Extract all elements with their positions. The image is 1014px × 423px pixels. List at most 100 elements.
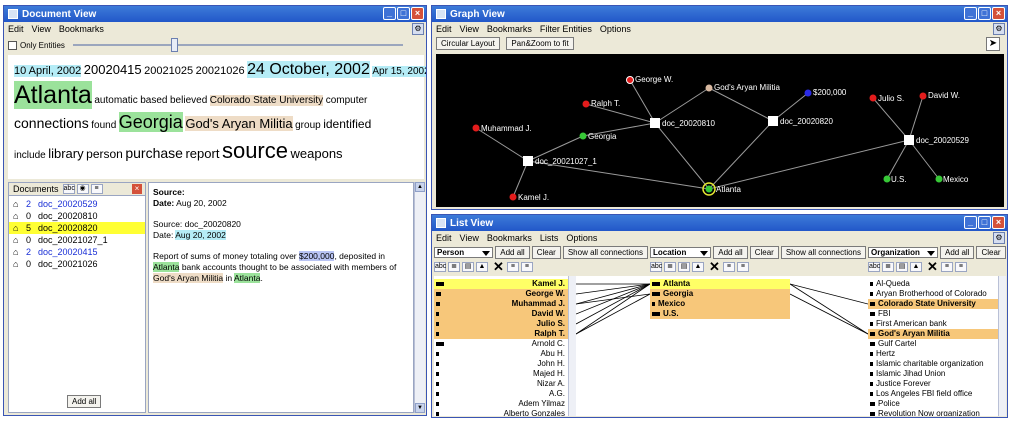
cloud-word[interactable]: based xyxy=(140,95,167,106)
cloud-word[interactable]: found xyxy=(91,120,116,131)
location-list-item[interactable]: Georgia xyxy=(650,289,790,299)
graph-node-person[interactable] xyxy=(869,94,877,102)
person-scrollbar[interactable] xyxy=(568,276,576,416)
person-list-item[interactable]: Adem Yilmaz xyxy=(434,399,568,409)
menu-edit[interactable]: Edit xyxy=(436,233,452,243)
entity-highlight[interactable]: $200,000 xyxy=(299,251,335,261)
cloud-word[interactable]: group xyxy=(295,120,321,131)
align-icon[interactable]: ≡ xyxy=(520,262,533,272)
clear-button[interactable]: Clear xyxy=(976,246,1006,259)
graph-node-person[interactable] xyxy=(472,124,480,132)
maximize-icon[interactable]: □ xyxy=(978,7,991,20)
menu-bookmarks[interactable]: Bookmarks xyxy=(487,24,532,34)
entity-highlight[interactable]: Atlanta xyxy=(153,262,180,272)
organization-list-item[interactable]: Islamic Jihad Union xyxy=(868,369,998,379)
cloud-word[interactable]: 20020415 xyxy=(84,62,142,77)
graph-view-titlebar[interactable]: Graph View _ □ × xyxy=(432,6,1007,22)
person-list-item[interactable]: Muhammad J. xyxy=(434,299,568,309)
maximize-icon[interactable]: □ xyxy=(978,216,991,229)
graph-node-doc[interactable] xyxy=(650,118,660,128)
person-list-item[interactable]: Kamel J. xyxy=(434,279,568,289)
list-detail-icon[interactable]: ≣ xyxy=(882,262,894,272)
cloud-word[interactable]: 20021026 xyxy=(196,65,245,77)
list-icon[interactable]: ≡ xyxy=(90,184,103,194)
cloud-word[interactable]: 10 April, 2002 xyxy=(14,65,82,77)
graph-node-place[interactable] xyxy=(579,132,587,140)
graph-canvas[interactable]: George W. God's Aryan Militia $200,000 J… xyxy=(436,54,1004,207)
cloud-word[interactable]: 24 October, 2002 xyxy=(247,61,370,78)
cloud-word[interactable]: weapons xyxy=(291,146,343,161)
person-list-item[interactable]: Alberto Gonzales xyxy=(434,409,568,416)
menu-view[interactable]: View xyxy=(32,24,51,34)
cloud-word[interactable]: computer xyxy=(326,95,368,106)
graph-node-person[interactable] xyxy=(626,76,634,84)
person-list-item[interactable]: Arnold C. xyxy=(434,339,568,349)
document-row[interactable]: ⌂ 5 doc_20020820 xyxy=(9,222,145,234)
person-list-item[interactable]: David W. xyxy=(434,309,568,319)
clear-button[interactable]: Clear xyxy=(531,246,561,259)
organization-list-item[interactable]: Los Angeles FBI field office xyxy=(868,389,998,399)
document-row[interactable]: ⌂ 0 doc_20021026 xyxy=(9,258,145,270)
person-list-item[interactable]: A.G. xyxy=(434,389,568,399)
add-all-button[interactable]: Add all xyxy=(940,246,975,259)
clear-button[interactable]: Clear xyxy=(749,246,779,259)
cloud-word[interactable]: 20021025 xyxy=(144,65,193,77)
align-icon[interactable]: ≡ xyxy=(940,262,953,272)
list-detail-icon[interactable]: ≣ xyxy=(448,262,460,272)
show-all-connections-button[interactable]: Show all connections xyxy=(562,246,648,259)
only-entities-checkbox[interactable] xyxy=(8,40,17,50)
menu-options[interactable]: Options xyxy=(566,233,597,243)
cloud-word[interactable]: person xyxy=(86,147,123,161)
settings-icon[interactable]: ⚙ xyxy=(993,232,1005,244)
cloud-word[interactable]: library xyxy=(48,146,83,161)
graph-node-place[interactable] xyxy=(883,175,891,183)
graph-node-person[interactable] xyxy=(919,92,927,100)
document-view-titlebar[interactable]: Document View _ □ × xyxy=(4,6,426,22)
sort-alpha-icon[interactable]: abc xyxy=(650,262,662,272)
cloud-word[interactable]: believed xyxy=(170,95,207,106)
cloud-word[interactable]: Atlanta xyxy=(14,80,92,109)
cloud-word[interactable]: source xyxy=(222,138,288,163)
settings-icon[interactable]: ⚙ xyxy=(993,23,1005,35)
organization-list-item[interactable]: First American bank xyxy=(868,319,998,329)
document-row[interactable]: ⌂ 0 doc_20020810 xyxy=(9,210,145,222)
cloud-word[interactable]: report xyxy=(185,146,219,161)
sort-alpha-icon[interactable]: abc xyxy=(868,262,880,272)
list-bars-icon[interactable]: ▤ xyxy=(462,262,474,272)
organization-list-item[interactable]: Al-Queda xyxy=(868,279,998,289)
cloud-slider[interactable] xyxy=(72,38,403,52)
scroll-up-icon[interactable]: ▲ xyxy=(415,182,425,192)
organization-list-item[interactable]: Hertz xyxy=(868,349,998,359)
cloud-word[interactable]: identified xyxy=(323,117,371,131)
graph-node-place[interactable] xyxy=(935,175,943,183)
align-icon[interactable]: ≡ xyxy=(736,262,749,272)
align-icon[interactable]: ≡ xyxy=(954,262,967,272)
circular-layout-button[interactable]: Circular Layout xyxy=(436,37,500,50)
graph-node-place[interactable] xyxy=(705,185,713,193)
document-row[interactable]: ⌂ 0 doc_20021027_1 xyxy=(9,234,145,246)
detail-scrollbar[interactable]: ▲ ▼ xyxy=(414,182,425,413)
person-list-item[interactable]: Abu H. xyxy=(434,349,568,359)
cloud-word[interactable]: Apr 15, 2002 xyxy=(372,66,426,77)
cloud-word[interactable]: automatic xyxy=(94,95,137,106)
organization-type-select[interactable]: Organization xyxy=(868,247,938,258)
organization-list-item[interactable]: Aryan Brotherhood of Colorado xyxy=(868,289,998,299)
entity-highlight[interactable]: Atlanta xyxy=(234,273,261,283)
organization-list-item[interactable]: FBI xyxy=(868,309,998,319)
location-list-item[interactable]: Atlanta xyxy=(650,279,790,289)
organization-list-item[interactable]: Gulf Cartel xyxy=(868,339,998,349)
list-view-titlebar[interactable]: List View _ □ × xyxy=(432,215,1007,231)
remove-icon[interactable]: ✕ xyxy=(927,259,938,275)
person-list-item[interactable]: Majed H. xyxy=(434,369,568,379)
graph-node-org[interactable] xyxy=(705,84,713,92)
slider-thumb[interactable] xyxy=(170,38,178,52)
minimize-icon[interactable]: _ xyxy=(383,7,396,20)
location-list-item[interactable]: U.S. xyxy=(650,309,790,319)
location-list-item[interactable]: Mexico xyxy=(650,299,790,309)
close-icon[interactable]: × xyxy=(992,216,1005,229)
graph-node-doc[interactable] xyxy=(904,135,914,145)
remove-icon[interactable]: ✕ xyxy=(709,259,720,275)
document-row[interactable]: ⌂ 2 doc_20020529 xyxy=(9,198,145,210)
close-icon[interactable]: × xyxy=(411,7,424,20)
menu-view[interactable]: View xyxy=(460,233,479,243)
